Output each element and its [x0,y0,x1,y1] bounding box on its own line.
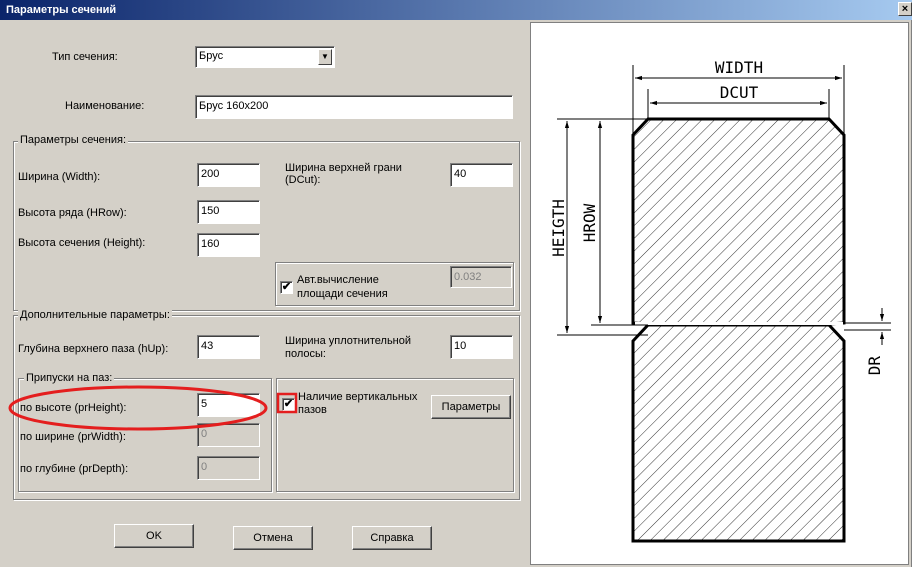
lower-beam-shape [631,323,846,543]
hrow-dim-label: HROW [580,203,599,242]
help-button[interactable]: Справка [352,526,432,550]
close-button[interactable]: × [898,2,912,16]
ok-button[interactable]: OK [114,524,194,548]
width-dim-label: WIDTH [715,58,763,77]
section-drawing: WIDTH DCUT HEIGTH HROW DR [549,58,891,543]
cancel-button[interactable]: Отмена [233,526,313,550]
beam-gap [635,322,843,325]
dr-dim-label: DR [865,356,884,376]
highlight-checkbox-box [276,392,298,414]
highlight-ellipse [8,385,268,431]
annotation-overlay [8,385,298,431]
dialog-window: Параметры сечений × Тип сечения: Брус ▼ … [0,0,912,567]
section-preview: WIDTH DCUT HEIGTH HROW DR [530,22,909,565]
close-icon: × [901,3,909,15]
height-dim-label: HEIGTH [549,199,568,257]
upper-beam-shape [631,117,846,326]
dcut-dim-label: DCUT [720,83,759,102]
